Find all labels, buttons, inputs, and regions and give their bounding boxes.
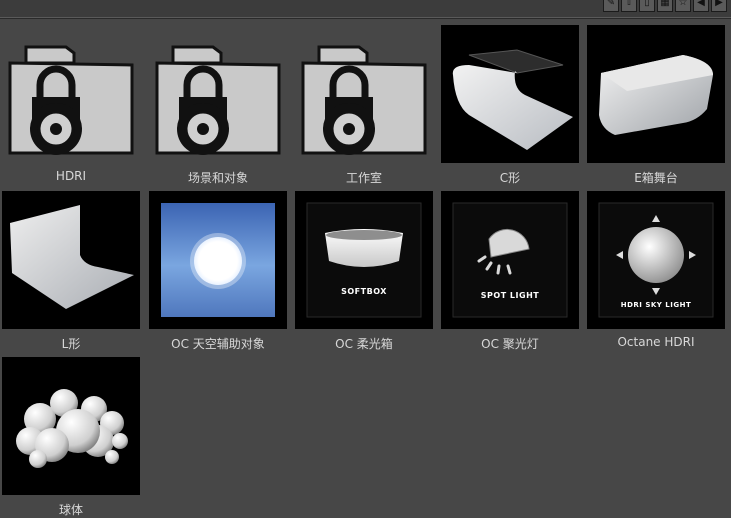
asset-label: 工作室	[345, 171, 382, 185]
edit-icon[interactable]: ✎	[603, 0, 619, 12]
asset-label: L形	[61, 337, 81, 351]
asset-label: HDRI	[55, 169, 87, 183]
c-shape-backdrop-icon	[441, 25, 579, 163]
locked-folder-icon	[2, 25, 140, 163]
asset-label: OC 聚光灯	[481, 337, 539, 351]
spheres-icon	[2, 357, 140, 495]
asset-item-oc-sky-helper[interactable]: OC 天空辅助对象	[149, 191, 287, 351]
asset-item-spheres[interactable]: 球体	[2, 357, 140, 517]
asset-item-l-shape[interactable]: L形	[2, 191, 140, 351]
softbox-icon: SOFTBOX	[295, 191, 433, 329]
spotlight-icon: SPOT LIGHT	[441, 191, 579, 329]
softbox-caption: SOFTBOX	[341, 287, 387, 296]
locked-folder-icon	[149, 25, 287, 163]
toolbar: ✎ ⇧ ▯ ▦ ☆ ◀ ▶	[0, 0, 731, 19]
asset-label: Octane HDRI	[617, 335, 695, 349]
asset-label: OC 天空辅助对象	[171, 337, 265, 351]
grid-icon[interactable]: ▦	[657, 0, 673, 12]
asset-item-octane-hdri[interactable]: HDRI SKY LIGHT Octane HDRI	[587, 191, 725, 351]
asset-item-scenes-objects[interactable]: 场景和对象	[149, 25, 287, 185]
arrow-left-icon[interactable]: ◀	[693, 0, 709, 12]
star-icon[interactable]: ☆	[675, 0, 691, 12]
clip-icon[interactable]: ▯	[639, 0, 655, 12]
asset-label: C形	[499, 171, 521, 185]
toolbar-icons: ✎ ⇧ ▯ ▦ ☆ ◀ ▶	[603, 0, 727, 12]
l-shape-backdrop-icon	[2, 191, 140, 329]
asset-item-c-shape[interactable]: C形	[441, 25, 579, 185]
asset-label: E箱舞台	[634, 171, 678, 185]
asset-item-studio[interactable]: 工作室	[295, 25, 433, 185]
asset-item-oc-spotlight[interactable]: SPOT LIGHT OC 聚光灯	[441, 191, 579, 351]
asset-item-oc-softbox[interactable]: SOFTBOX OC 柔光箱	[295, 191, 433, 351]
hdri-sky-light-icon: HDRI SKY LIGHT	[587, 191, 725, 329]
sky-helper-icon	[149, 191, 287, 329]
hdri-sky-light-caption: HDRI SKY LIGHT	[620, 301, 692, 309]
e-box-stage-icon	[587, 25, 725, 163]
upload-icon[interactable]: ⇧	[621, 0, 637, 12]
toolbar-divider	[0, 17, 731, 18]
locked-folder-icon	[295, 25, 433, 163]
asset-item-hdri[interactable]: HDRI	[2, 25, 140, 185]
asset-label: 球体	[58, 503, 83, 517]
spotlight-caption: SPOT LIGHT	[480, 291, 540, 300]
asset-label: OC 柔光箱	[335, 337, 393, 351]
arrow-right-icon[interactable]: ▶	[711, 0, 727, 12]
asset-item-e-box-stage[interactable]: E箱舞台	[587, 25, 725, 185]
asset-label: 场景和对象	[187, 171, 248, 185]
